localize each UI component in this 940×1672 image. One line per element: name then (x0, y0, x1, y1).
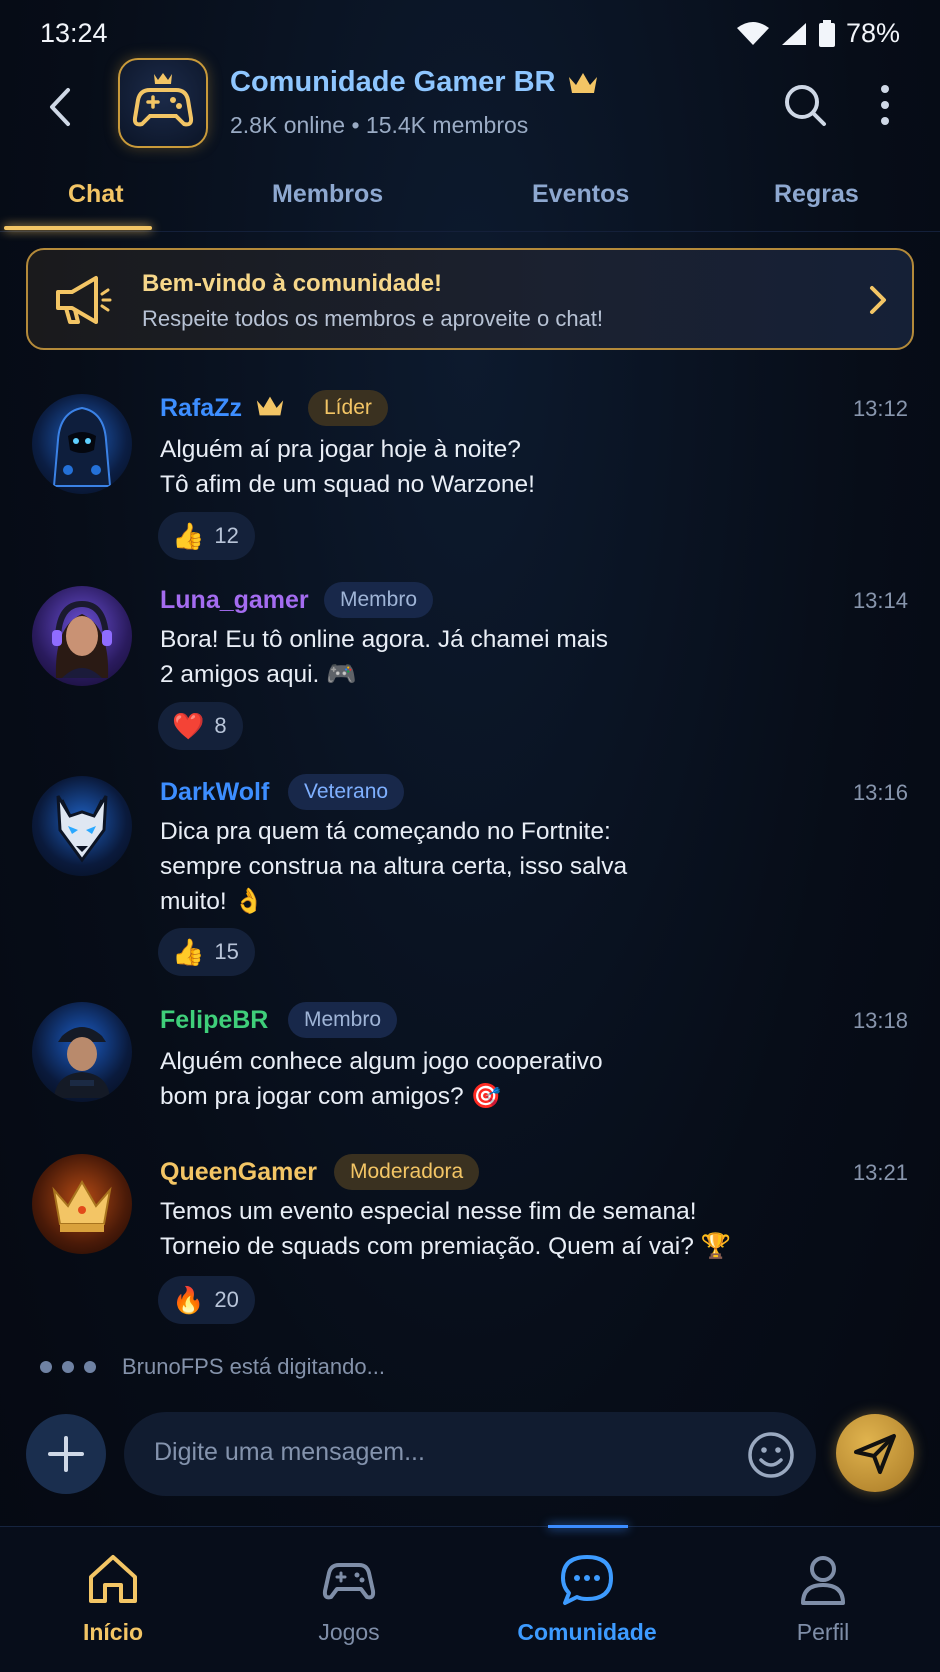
gamepad-icon (322, 1563, 376, 1600)
message-text: Dica pra quem tá começando no Fortnite: … (160, 818, 628, 915)
reaction-count: 20 (214, 1287, 239, 1312)
attach-button[interactable] (26, 1414, 106, 1494)
group-avatar[interactable] (118, 58, 208, 148)
search-icon[interactable] (782, 82, 828, 128)
gamepad-crown-icon (132, 73, 194, 127)
thumbs-up-icon: 👍 (172, 520, 205, 551)
tab-bar: Chat Membros Eventos Regras (0, 162, 940, 232)
sender-name[interactable]: Luna_gamer (160, 586, 309, 615)
message-text: Temos um evento especial nesse fim de se… (160, 1198, 732, 1260)
nav-label: Jogos (318, 1619, 380, 1645)
reaction-count: 8 (214, 713, 227, 738)
profile-icon (801, 1556, 845, 1605)
active-nav-indicator (548, 1525, 628, 1528)
reaction-count: 15 (214, 939, 239, 964)
role-badge: Moderadora (334, 1154, 480, 1190)
sender-name[interactable]: RafaZz (160, 394, 242, 423)
crown-icon (256, 396, 284, 416)
nav-comunidade[interactable]: Comunidade (497, 1551, 677, 1646)
fire-icon: 🔥 (172, 1284, 205, 1315)
role-badge: Líder (308, 390, 388, 426)
typing-dot (84, 1361, 96, 1373)
typing-indicator: BrunoFPS está digitando... (40, 1354, 385, 1380)
nav-label: Início (82, 1619, 144, 1645)
reaction-chip[interactable]: 👍 15 (158, 928, 255, 976)
send-button[interactable] (836, 1414, 914, 1492)
nav-jogos[interactable]: Jogos (259, 1551, 439, 1646)
thumbs-up-icon: 👍 (172, 936, 205, 967)
message-input[interactable]: Digite uma mensagem... (124, 1412, 816, 1496)
battery-percent: 78% (845, 18, 900, 48)
message-time: 13:21 (852, 1160, 908, 1185)
role-badge: Membro (324, 582, 434, 618)
role-badge: Veterano (288, 774, 405, 810)
woman-headset-icon (52, 600, 112, 678)
tab-membros[interactable]: Membros (272, 180, 383, 209)
welcome-banner[interactable]: Bem-vindo à comunidade! Respeite todos o… (26, 248, 914, 350)
typing-text: BrunoFPS está digitando... (122, 1354, 385, 1379)
active-tab-indicator (4, 226, 152, 230)
emoji-icon[interactable] (746, 1430, 796, 1480)
group-stats: 2.8K online • 15.4K membros (230, 112, 529, 138)
reaction-chip[interactable]: ❤️ 8 (158, 702, 243, 750)
man-cap-icon (54, 1027, 110, 1098)
back-arrow-icon[interactable] (40, 82, 80, 132)
avatar[interactable] (32, 586, 132, 686)
avatar[interactable] (32, 776, 132, 876)
nav-label: Comunidade (517, 1619, 657, 1645)
avatar[interactable] (32, 394, 132, 494)
tab-regras[interactable]: Regras (774, 180, 859, 209)
chat-bubble-icon (561, 1555, 613, 1605)
avatar[interactable] (32, 1002, 132, 1102)
reaction-count: 12 (214, 523, 239, 548)
nav-perfil[interactable]: Perfil (733, 1551, 913, 1646)
status-time: 13:24 (40, 18, 108, 48)
message-text: Bora! Eu tô online agora. Já chamei mais… (160, 626, 609, 688)
chat-header: Comunidade Gamer BR 2.8K online • 15.4K … (0, 56, 940, 156)
banner-title: Bem-vindo à comunidade! (142, 270, 443, 297)
avatar[interactable] (32, 1154, 132, 1254)
home-icon (89, 1555, 137, 1603)
bottom-nav: Início Jogos Comunidade Perfil (0, 1525, 940, 1672)
nav-inicio[interactable]: Início (23, 1551, 203, 1646)
plus-icon (48, 1436, 84, 1472)
chevron-right-icon (870, 286, 886, 314)
wifi-icon (736, 21, 769, 45)
tab-chat[interactable]: Chat (68, 180, 124, 209)
nav-label: Perfil (796, 1619, 850, 1645)
battery-icon (818, 19, 835, 47)
banner-text: Respeite todos os membros e aproveite o … (142, 306, 604, 331)
sender-name[interactable]: QueenGamer (160, 1158, 317, 1187)
reaction-chip[interactable]: 🔥 20 (158, 1276, 255, 1324)
send-icon (854, 1434, 896, 1474)
signal-icon (781, 22, 806, 45)
message-time: 13:18 (852, 1008, 908, 1033)
sender-name[interactable]: FelipeBR (160, 1006, 268, 1035)
message-time: 13:12 (852, 396, 908, 421)
heart-icon: ❤️ (172, 710, 205, 741)
role-badge: Membro (288, 1002, 398, 1038)
megaphone-icon (56, 276, 112, 324)
group-title: Comunidade Gamer BR (230, 66, 556, 98)
more-vertical-icon[interactable] (872, 82, 898, 128)
message-time: 13:14 (852, 588, 908, 613)
crown-avatar-icon (52, 1180, 112, 1232)
message-text: Alguém aí pra jogar hoje à noite? Tô afi… (160, 436, 535, 498)
message-input-placeholder: Digite uma mensagem... (154, 1438, 425, 1466)
typing-dot (62, 1361, 74, 1373)
hooded-ninja-icon (52, 406, 112, 487)
tab-eventos[interactable]: Eventos (532, 180, 629, 209)
reaction-chip[interactable]: 👍 12 (158, 512, 255, 560)
message-time: 13:16 (852, 780, 908, 805)
message-text: Alguém conhece algum jogo cooperativo bo… (160, 1048, 603, 1110)
crown-icon (568, 72, 597, 93)
typing-dot (40, 1361, 52, 1373)
wolf-icon (56, 795, 108, 863)
sender-name[interactable]: DarkWolf (160, 778, 269, 807)
